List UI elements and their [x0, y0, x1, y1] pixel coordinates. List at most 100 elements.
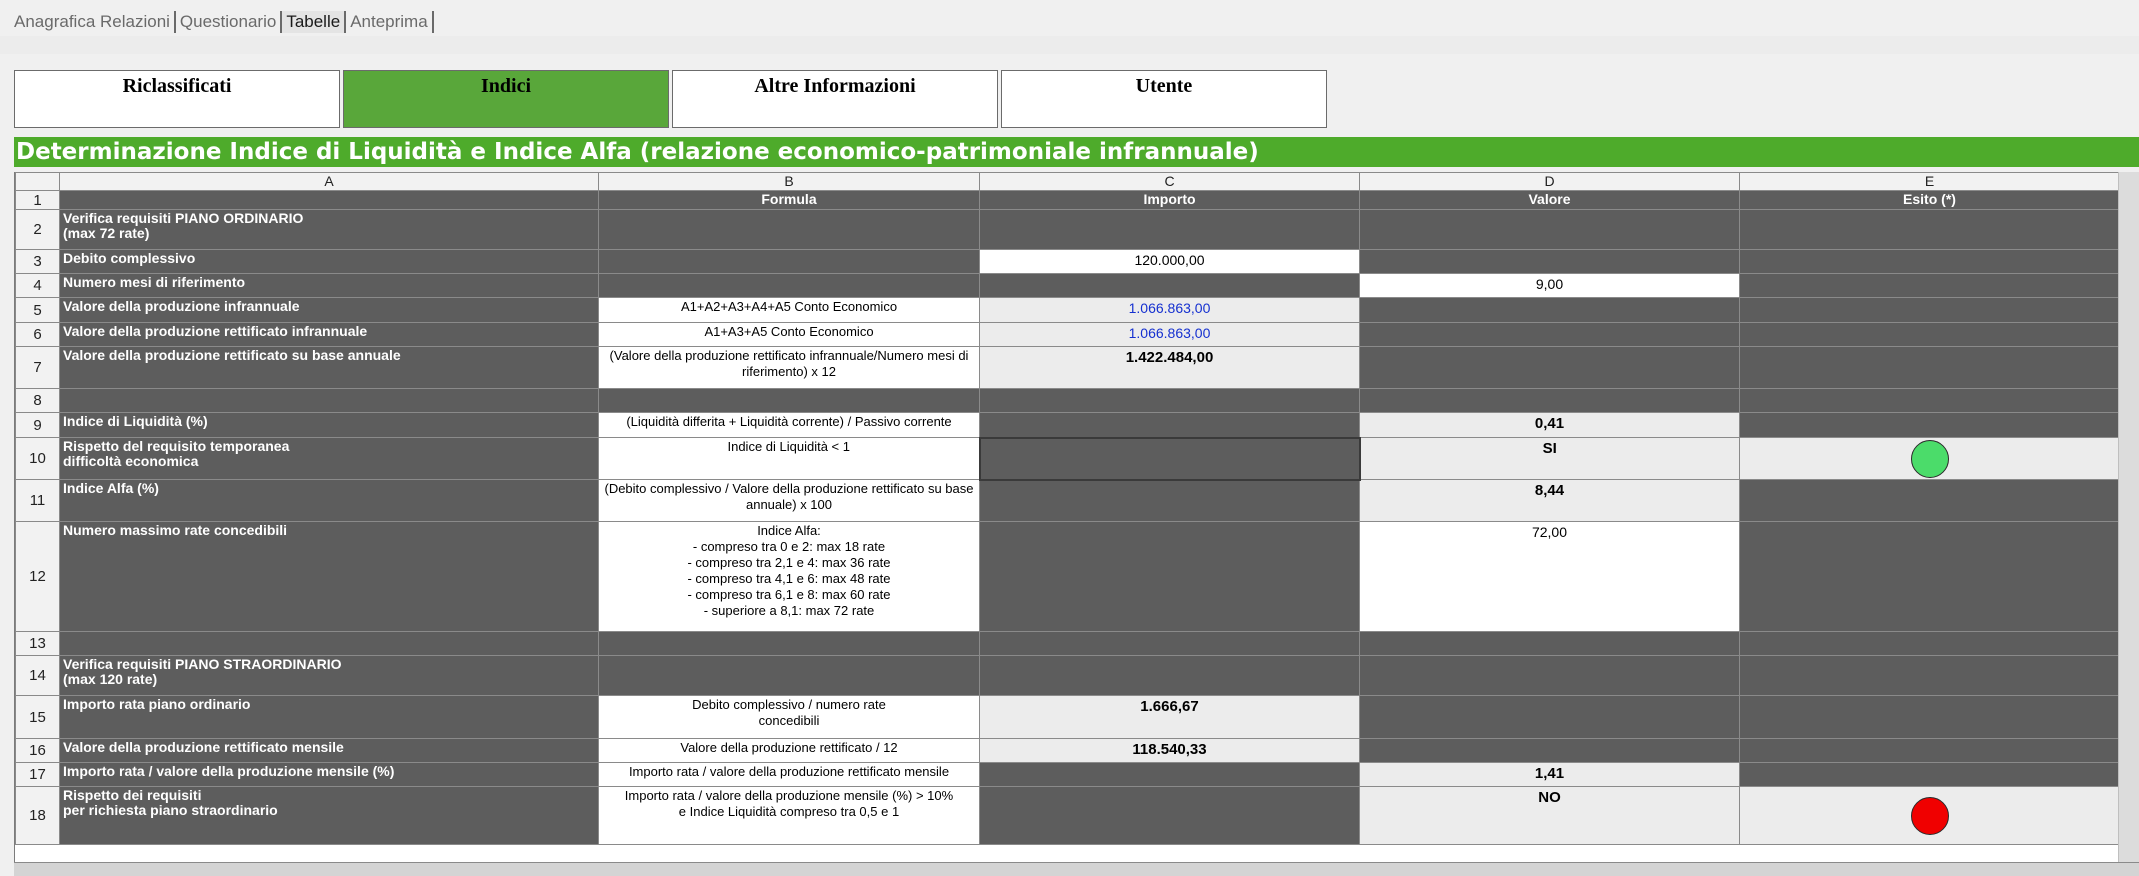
- cell-formula[interactable]: A1+A2+A3+A4+A5 Conto Economico: [598, 297, 980, 323]
- row-number[interactable]: 14: [15, 655, 60, 696]
- cell-c[interactable]: [979, 655, 1360, 696]
- cell-c[interactable]: [979, 412, 1360, 438]
- row-number[interactable]: 10: [15, 437, 60, 480]
- cell-d[interactable]: [1359, 655, 1740, 696]
- cell-d[interactable]: [1359, 388, 1740, 413]
- cell-d[interactable]: [1359, 297, 1740, 323]
- cell-label[interactable]: Debito complessivo: [59, 249, 599, 274]
- row-number[interactable]: 18: [15, 786, 60, 845]
- cell-e[interactable]: [1739, 346, 2120, 389]
- cell-d[interactable]: [1359, 322, 1740, 347]
- cell-debito-complessivo[interactable]: 120.000,00: [979, 249, 1360, 274]
- header-cell-a[interactable]: [59, 190, 599, 210]
- cell-c[interactable]: [979, 786, 1360, 845]
- column-header-e[interactable]: E: [1739, 172, 2120, 191]
- cell-status[interactable]: [1739, 786, 2120, 845]
- cell-esito-value[interactable]: NO: [1359, 786, 1740, 845]
- vertical-scrollbar[interactable]: [2118, 172, 2139, 862]
- cell-indice-alfa[interactable]: 8,44: [1359, 479, 1740, 522]
- cell-numero-mesi[interactable]: 9,00: [1359, 273, 1740, 298]
- row-number[interactable]: 8: [15, 388, 60, 413]
- column-header-a[interactable]: A: [59, 172, 599, 191]
- row-number[interactable]: 15: [15, 695, 60, 739]
- cell-b[interactable]: [598, 209, 980, 250]
- corner-cell[interactable]: [15, 172, 60, 191]
- cell-e[interactable]: [1739, 297, 2120, 323]
- cell-formula[interactable]: Valore della produzione rettificato / 12: [598, 738, 980, 763]
- header-cell-valore[interactable]: Valore: [1359, 190, 1740, 210]
- cell-status[interactable]: [1739, 437, 2120, 480]
- cell-d[interactable]: [1359, 738, 1740, 763]
- cell-formula[interactable]: (Valore della produzione rettificato inf…: [598, 346, 980, 389]
- row-number[interactable]: 11: [15, 479, 60, 522]
- tab-questionario[interactable]: Questionario: [176, 11, 283, 33]
- header-cell-formula[interactable]: Formula: [598, 190, 980, 210]
- tab-anteprima[interactable]: Anteprima: [346, 11, 434, 33]
- cell-e[interactable]: [1739, 322, 2120, 347]
- cell-e[interactable]: [1739, 762, 2120, 787]
- row-number[interactable]: 16: [15, 738, 60, 763]
- cell-label[interactable]: Importo rata / valore della produzione m…: [59, 762, 599, 787]
- row-number[interactable]: 12: [15, 521, 60, 632]
- cell-formula[interactable]: Importo rata / valore della produzione r…: [598, 762, 980, 787]
- cell-e[interactable]: [1739, 209, 2120, 250]
- cell-e[interactable]: [1739, 695, 2120, 739]
- row-number[interactable]: 2: [15, 209, 60, 250]
- cell-importo[interactable]: 118.540,33: [979, 738, 1360, 763]
- cell-e[interactable]: [1739, 249, 2120, 274]
- cell-c[interactable]: [979, 273, 1360, 298]
- cell-label[interactable]: Valore della produzione infrannuale: [59, 297, 599, 323]
- cell-label[interactable]: Importo rata piano ordinario: [59, 695, 599, 739]
- cell-b[interactable]: [598, 273, 980, 298]
- cell-e[interactable]: [1739, 412, 2120, 438]
- cell-e[interactable]: [1739, 273, 2120, 298]
- cell-valore[interactable]: 1,41: [1359, 762, 1740, 787]
- cell-e[interactable]: [1739, 631, 2120, 656]
- section-tab-altre-informazioni[interactable]: Altre Informazioni: [672, 70, 998, 128]
- cell-importo[interactable]: 1.066.863,00: [979, 322, 1360, 347]
- cell-numero-rate[interactable]: 72,00: [1359, 521, 1740, 632]
- cell-c[interactable]: [979, 209, 1360, 250]
- cell-formula[interactable]: A1+A3+A5 Conto Economico: [598, 322, 980, 347]
- cell-formula[interactable]: Indice Alfa: - compreso tra 0 e 2: max 1…: [598, 521, 980, 632]
- cell-c[interactable]: [979, 388, 1360, 413]
- section-tab-indici[interactable]: Indici: [343, 70, 669, 128]
- header-cell-esito[interactable]: Esito (*): [1739, 190, 2120, 210]
- cell-d[interactable]: [1359, 346, 1740, 389]
- cell-e[interactable]: [1739, 738, 2120, 763]
- cell-b[interactable]: [598, 388, 980, 413]
- cell-c[interactable]: [979, 631, 1360, 656]
- cell-selected[interactable]: [978, 436, 1361, 481]
- row-number[interactable]: 13: [15, 631, 60, 656]
- cell-b[interactable]: [598, 249, 980, 274]
- cell-d[interactable]: [1359, 249, 1740, 274]
- row-number[interactable]: 4: [15, 273, 60, 298]
- column-header-c[interactable]: C: [979, 172, 1360, 191]
- cell-label[interactable]: Numero massimo rate concedibili: [59, 521, 599, 632]
- cell-formula[interactable]: Indice di Liquidità < 1: [598, 437, 980, 480]
- row-number[interactable]: 5: [15, 297, 60, 323]
- cell-importo[interactable]: 1.422.484,00: [979, 346, 1360, 389]
- cell-label[interactable]: Rispetto dei requisiti per richiesta pia…: [59, 786, 599, 845]
- tab-anagrafica-relazioni[interactable]: Anagrafica Relazioni: [14, 11, 176, 33]
- header-cell-importo[interactable]: Importo: [979, 190, 1360, 210]
- cell-esito-value[interactable]: SI: [1359, 437, 1740, 480]
- cell-importo[interactable]: 1.666,67: [979, 695, 1360, 739]
- column-header-b[interactable]: B: [598, 172, 980, 191]
- cell-label[interactable]: Verifica requisiti PIANO ORDINARIO (max …: [59, 209, 599, 250]
- tab-tabelle[interactable]: Tabelle: [282, 11, 347, 33]
- column-header-d[interactable]: D: [1359, 172, 1740, 191]
- cell-label[interactable]: Numero mesi di riferimento: [59, 273, 599, 298]
- cell-label[interactable]: Indice di Liquidità (%): [59, 412, 599, 438]
- cell-formula[interactable]: Importo rata / valore della produzione m…: [598, 786, 980, 845]
- cell-e[interactable]: [1739, 479, 2120, 522]
- row-number[interactable]: 1: [15, 190, 60, 210]
- row-number[interactable]: 3: [15, 249, 60, 274]
- row-number[interactable]: 9: [15, 412, 60, 438]
- cell-label[interactable]: Indice Alfa (%): [59, 479, 599, 522]
- cell-label[interactable]: Valore della produzione rettificato infr…: [59, 322, 599, 347]
- cell-e[interactable]: [1739, 655, 2120, 696]
- cell-indice-liquidita[interactable]: 0,41: [1359, 412, 1740, 438]
- cell-importo[interactable]: 1.066.863,00: [979, 297, 1360, 323]
- cell-e[interactable]: [1739, 521, 2120, 632]
